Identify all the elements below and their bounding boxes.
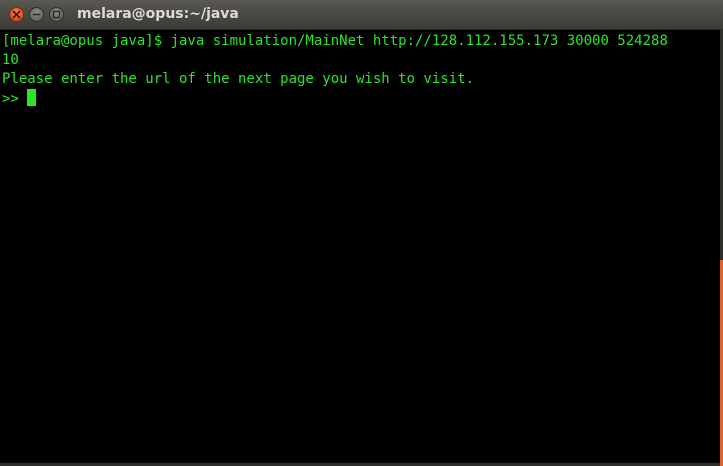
terminal-window: melara@opus:~/java [melara@opus java]$ j…	[0, 0, 723, 466]
close-icon	[12, 10, 21, 19]
minimize-icon	[32, 13, 41, 16]
minimize-button[interactable]	[29, 7, 44, 22]
close-button[interactable]	[9, 7, 24, 22]
maximize-button[interactable]	[49, 7, 64, 22]
terminal-output[interactable]: [melara@opus java]$ java simulation/Main…	[0, 30, 720, 463]
maximize-icon	[52, 10, 61, 19]
output-line: 10	[2, 52, 19, 68]
text-cursor	[26, 89, 36, 106]
input-prompt: >>	[2, 91, 19, 107]
window-title: melara@opus:~/java	[77, 6, 239, 22]
title-bar[interactable]: melara@opus:~/java	[0, 0, 723, 30]
input-prompt-line[interactable]: >>	[2, 89, 720, 108]
command-line: [melara@opus java]$ java simulation/Main…	[2, 33, 668, 49]
prompt-message: Please enter the url of the next page yo…	[2, 71, 475, 87]
